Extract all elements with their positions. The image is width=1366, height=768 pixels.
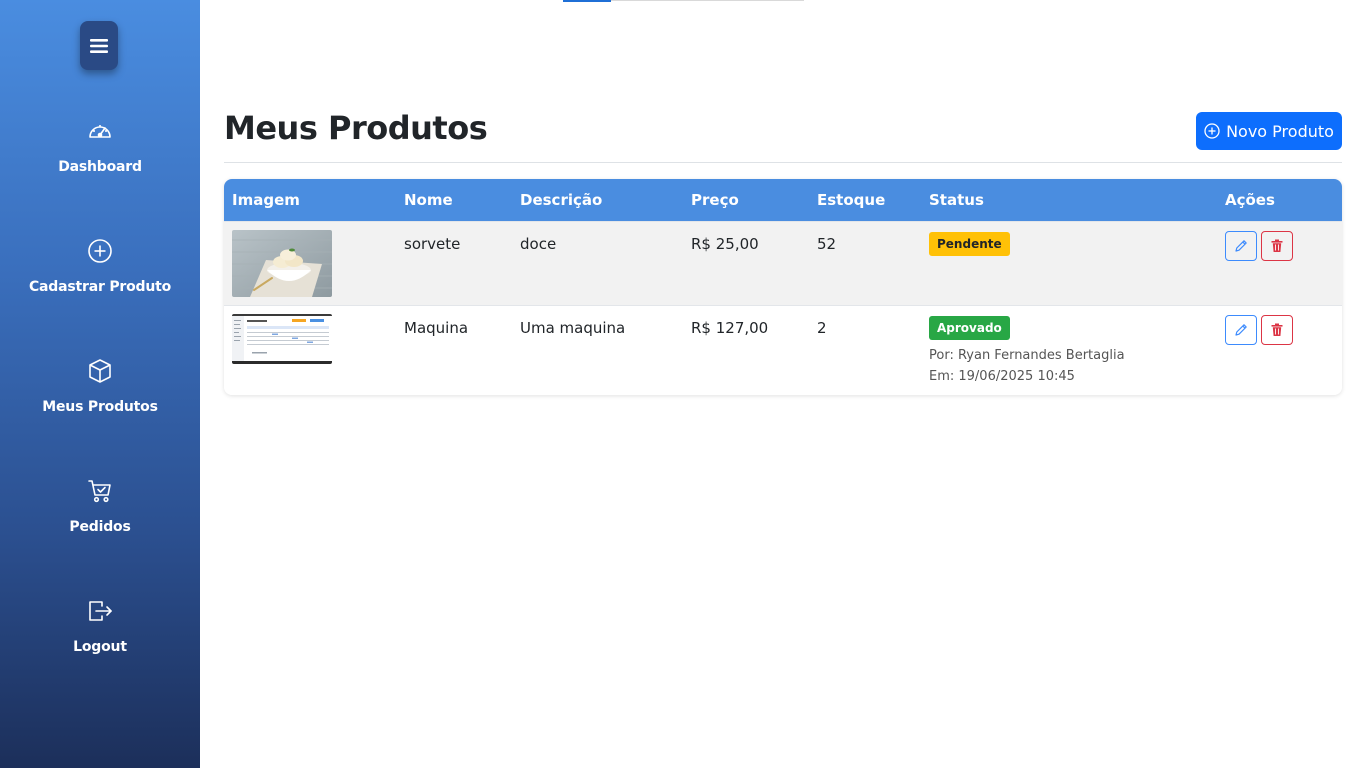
sidebar-item-logout[interactable]: Logout <box>0 597 200 677</box>
sidebar-item-pedidos[interactable]: Pedidos <box>0 477 200 557</box>
gauge-icon <box>86 117 114 145</box>
plus-circle-icon <box>1204 123 1220 139</box>
pencil-icon <box>1235 239 1247 252</box>
trash-icon <box>1271 239 1283 252</box>
menu-toggle-button[interactable] <box>80 21 118 70</box>
product-description: doce <box>520 234 557 253</box>
product-description: Uma maquina <box>520 318 626 337</box>
sidebar-item-cadastrar-produto[interactable]: Cadastrar Produto <box>0 237 200 317</box>
column-header-acoes: Ações <box>1225 190 1275 209</box>
products-table: Imagem Nome Descrição Preço Estoque Stat… <box>224 179 1342 395</box>
status-badge: Pendente <box>929 231 1010 256</box>
new-product-label: Novo Produto <box>1226 121 1334 141</box>
product-image-maquina[interactable] <box>232 313 332 364</box>
column-header-imagem: Imagem <box>232 190 300 209</box>
page-title: Meus Produtos <box>224 109 488 147</box>
plus-circle-icon <box>86 237 114 265</box>
column-header-estoque: Estoque <box>817 190 886 209</box>
table-header-row: Imagem Nome Descrição Preço Estoque Stat… <box>224 179 1342 221</box>
sidebar-item-label: Dashboard <box>58 159 142 175</box>
product-name: Maquina <box>404 318 469 337</box>
box-icon <box>86 357 114 385</box>
approved-at: Em: 19/06/2025 10:45 <box>929 368 1075 384</box>
hamburger-icon <box>90 38 108 53</box>
cart-check-icon <box>86 477 114 505</box>
sidebar-item-label: Cadastrar Produto <box>28 279 172 295</box>
table-row: Maquina Uma maquina R$ 127,00 2 Aprovado… <box>224 305 1342 395</box>
table-row: sorvete doce R$ 25,00 52 Pendente <box>224 221 1342 305</box>
product-stock: 2 <box>817 318 827 337</box>
logout-icon <box>86 597 114 625</box>
delete-button[interactable] <box>1261 230 1293 261</box>
new-product-button[interactable]: Novo Produto <box>1196 112 1342 150</box>
sidebar-item-dashboard[interactable]: Dashboard <box>0 117 200 197</box>
status-badge: Aprovado <box>929 315 1010 340</box>
delete-button[interactable] <box>1261 314 1293 345</box>
sidebar-item-label: Pedidos <box>69 519 131 535</box>
sidebar: Dashboard Cadastrar Produto Meus Produto… <box>0 0 200 768</box>
sidebar-item-label: Meus Produtos <box>42 399 158 415</box>
product-image-sorvete[interactable] <box>232 229 332 297</box>
sidebar-item-label: Logout <box>73 639 127 655</box>
edit-button[interactable] <box>1225 314 1257 345</box>
pencil-icon <box>1235 323 1247 336</box>
column-header-nome: Nome <box>404 190 453 209</box>
title-divider <box>224 162 1342 163</box>
top-tab-indicator <box>563 0 611 2</box>
approved-by: Por: Ryan Fernandes Bertaglia <box>929 347 1125 363</box>
product-stock: 52 <box>817 234 837 253</box>
edit-button[interactable] <box>1225 230 1257 261</box>
product-price: R$ 127,00 <box>691 318 769 337</box>
column-header-descricao: Descrição <box>520 190 603 209</box>
sidebar-item-meus-produtos[interactable]: Meus Produtos <box>0 357 200 437</box>
product-price: R$ 25,00 <box>691 234 759 253</box>
trash-icon <box>1271 323 1283 336</box>
column-header-preco: Preço <box>691 190 739 209</box>
column-header-status: Status <box>929 190 984 209</box>
product-name: sorvete <box>404 234 461 253</box>
